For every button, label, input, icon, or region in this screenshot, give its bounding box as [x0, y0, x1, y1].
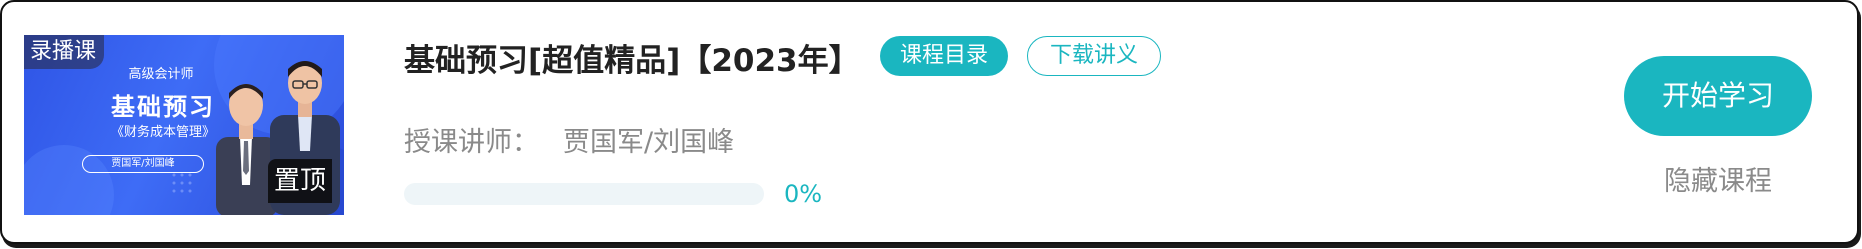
- download-handout-button[interactable]: 下载讲义: [1027, 36, 1161, 76]
- teacher-names: 贾国军/刘国峰: [563, 127, 735, 158]
- teacher-label: 授课讲师：: [404, 127, 539, 158]
- progress-percent: 0%: [784, 180, 823, 208]
- progress-bar: [404, 183, 764, 205]
- teacher-info: 授课讲师： 贾国军/刘国峰: [404, 120, 734, 159]
- start-learning-button[interactable]: 开始学习: [1624, 56, 1812, 136]
- thumbnail-book: 《财务成本管理》: [110, 125, 215, 140]
- course-thumbnail[interactable]: 录播课 高级会计师 基础预习 《财务成本管理》 贾国军/刘国峰 置顶: [24, 35, 344, 215]
- pinned-tag: 置顶: [267, 159, 332, 203]
- thumbnail-headline: 基础预习: [111, 93, 215, 121]
- course-catalog-button[interactable]: 课程目录: [880, 36, 1008, 76]
- thumbnail-teachers: 贾国军/刘国峰: [82, 155, 204, 173]
- course-card: 录播课 高级会计师 基础预习 《财务成本管理》 贾国军/刘国峰 置顶 基础预习[…: [0, 0, 1859, 244]
- hide-course-button[interactable]: 隐藏课程: [1624, 159, 1812, 198]
- course-title[interactable]: 基础预习[超值精品]【2023年】: [404, 35, 860, 80]
- thumbnail-subtitle: 高级会计师: [128, 67, 194, 82]
